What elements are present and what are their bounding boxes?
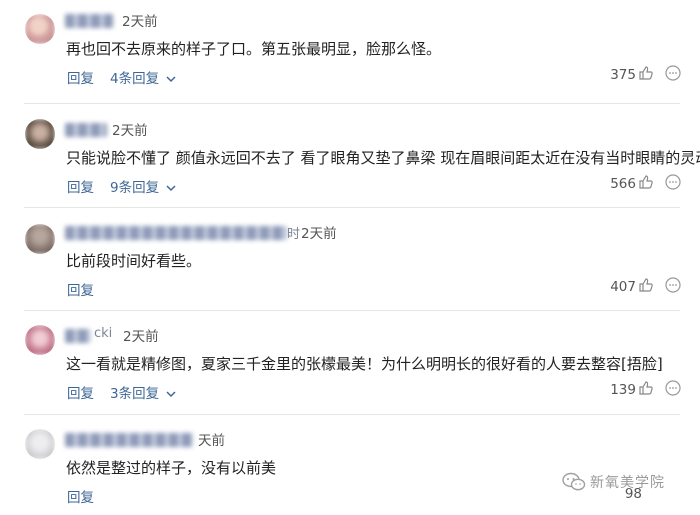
divider <box>24 207 680 208</box>
username-tail: 时 <box>287 227 301 242</box>
comment-item: 时 2天前 比前段时间好看些。 回复 407 <box>0 222 700 304</box>
reply-button[interactable]: 回复 <box>67 176 94 196</box>
chevron-down-icon <box>166 391 176 398</box>
comment-time: 2天前 <box>301 226 337 242</box>
replies-count-label: 9条回复 <box>110 180 160 196</box>
thumbs-up-icon[interactable] <box>638 174 654 190</box>
username-blurred[interactable] <box>65 433 193 447</box>
watermark: 新氧美学院 <box>562 470 692 494</box>
like-count: 407 <box>610 279 636 295</box>
divider <box>24 414 680 415</box>
reply-button[interactable]: 回复 <box>67 67 94 87</box>
reply-button[interactable]: 回复 <box>67 486 94 506</box>
chevron-down-icon <box>166 185 176 192</box>
like-count: 375 <box>610 67 636 83</box>
comment-time: 天前 <box>198 433 225 449</box>
username-blurred[interactable] <box>65 226 287 240</box>
comment-time: 2天前 <box>123 329 159 345</box>
view-replies-button[interactable]: 3条回复 <box>110 382 176 402</box>
username-tail: cki <box>94 326 113 341</box>
avatar[interactable] <box>25 14 55 44</box>
replies-count-label: 3条回复 <box>110 386 160 402</box>
comment-time: 2天前 <box>122 14 158 30</box>
avatar[interactable] <box>25 224 55 254</box>
thumbs-up-icon[interactable] <box>638 277 654 293</box>
reply-button[interactable]: 回复 <box>67 382 94 402</box>
comment-text: 比前段时间好看些。 <box>66 252 202 270</box>
avatar[interactable] <box>25 119 55 149</box>
like-count: 566 <box>610 176 636 192</box>
comment-text: 再也回不去原来的样子了口。第五张最明显，脸那么怪。 <box>66 40 442 58</box>
thumbs-up-icon[interactable] <box>638 65 654 81</box>
more-options-icon[interactable] <box>665 65 681 81</box>
replies-count-label: 4条回复 <box>110 71 160 87</box>
chevron-down-icon <box>166 76 176 83</box>
username-blurred[interactable] <box>65 14 113 28</box>
more-options-icon[interactable] <box>665 380 681 396</box>
more-options-icon[interactable] <box>665 174 681 190</box>
username-blurred[interactable] <box>65 329 91 343</box>
comment-text: 这一看就是精修图，夏家三千金里的张檬最美！为什么明明长的很好看的人要去整容[捂脸… <box>66 355 663 373</box>
comment-text: 只能说脸不懂了 颜值永远回不去了 看了眼角又垫了鼻梁 现在眉眼间距太近在没有当时… <box>66 149 700 167</box>
watermark-text: 新氧美学院 <box>590 475 665 491</box>
divider <box>24 310 680 311</box>
username-blurred[interactable] <box>65 123 107 137</box>
reply-button[interactable]: 回复 <box>67 279 94 299</box>
view-replies-button[interactable]: 4条回复 <box>110 67 176 87</box>
avatar[interactable] <box>25 325 55 355</box>
view-replies-button[interactable]: 9条回复 <box>110 176 176 196</box>
comment-time: 2天前 <box>112 123 148 139</box>
like-count: 139 <box>610 382 636 398</box>
divider <box>24 103 680 104</box>
comment-item: 2天前 只能说脸不懂了 颜值永远回不去了 看了眼角又垫了鼻梁 现在眉眼间距太近在… <box>0 119 700 201</box>
comment-item: 2天前 再也回不去原来的样子了口。第五张最明显，脸那么怪。 回复 4条回复 37… <box>0 10 700 92</box>
comment-text: 依然是整过的样子，没有以前美 <box>66 459 277 477</box>
comment-item: cki 2天前 这一看就是精修图，夏家三千金里的张檬最美！为什么明明长的很好看的… <box>0 325 700 407</box>
more-options-icon[interactable] <box>665 277 681 293</box>
avatar[interactable] <box>25 429 55 459</box>
wechat-icon <box>562 472 586 491</box>
thumbs-up-icon[interactable] <box>638 380 654 396</box>
